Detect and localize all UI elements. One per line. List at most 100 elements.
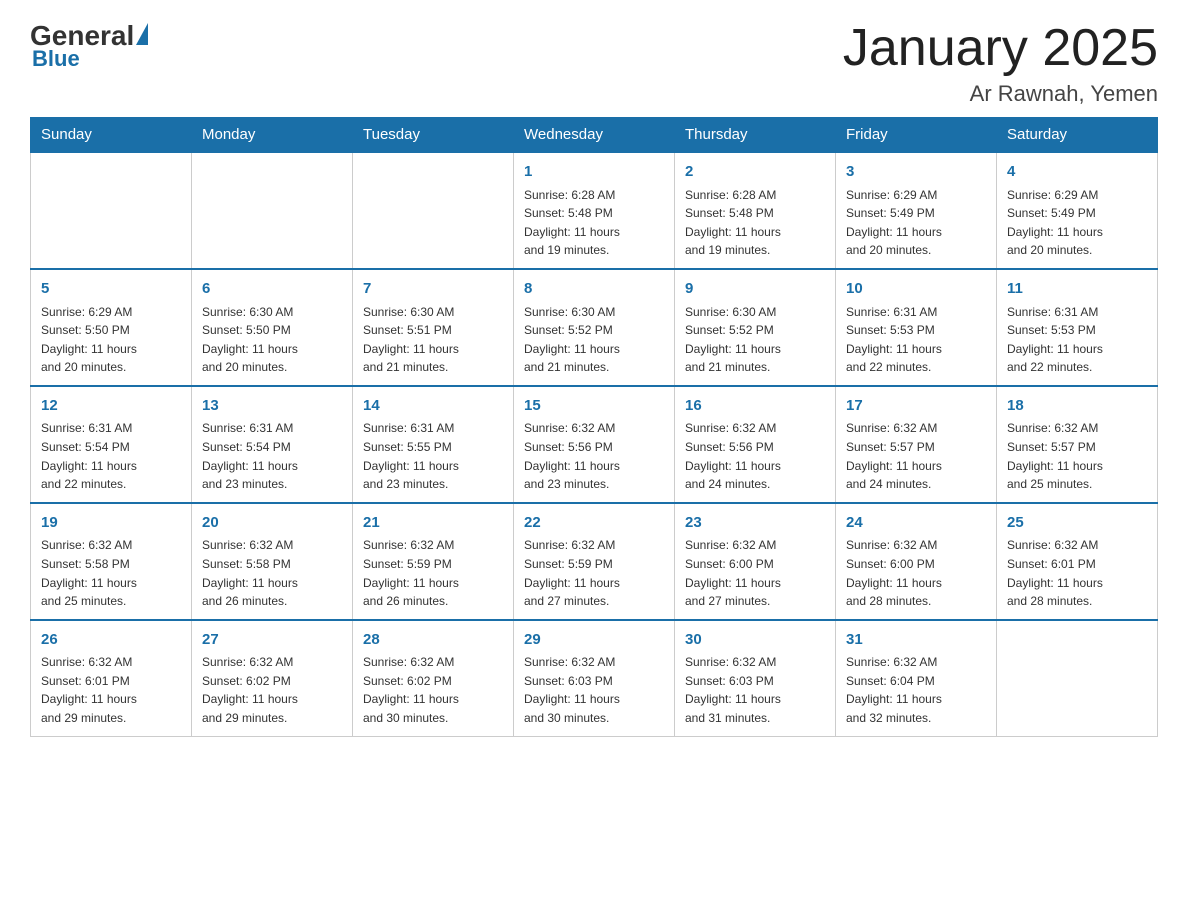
calendar-cell: 31Sunrise: 6:32 AM Sunset: 6:04 PM Dayli… [836, 620, 997, 736]
calendar-cell: 26Sunrise: 6:32 AM Sunset: 6:01 PM Dayli… [31, 620, 192, 736]
day-info: Sunrise: 6:29 AM Sunset: 5:49 PM Dayligh… [846, 186, 986, 260]
calendar-cell [192, 152, 353, 269]
calendar-cell: 16Sunrise: 6:32 AM Sunset: 5:56 PM Dayli… [675, 386, 836, 503]
header-day-tuesday: Tuesday [353, 118, 514, 153]
calendar-cell: 13Sunrise: 6:31 AM Sunset: 5:54 PM Dayli… [192, 386, 353, 503]
day-number: 13 [202, 395, 342, 418]
calendar-cell [997, 620, 1158, 736]
header-day-saturday: Saturday [997, 118, 1158, 153]
day-number: 25 [1007, 512, 1147, 535]
calendar-week-2: 5Sunrise: 6:29 AM Sunset: 5:50 PM Daylig… [31, 269, 1158, 386]
logo-blue-text: Blue [32, 46, 80, 72]
calendar-cell: 23Sunrise: 6:32 AM Sunset: 6:00 PM Dayli… [675, 503, 836, 620]
calendar-cell: 17Sunrise: 6:32 AM Sunset: 5:57 PM Dayli… [836, 386, 997, 503]
calendar-cell: 6Sunrise: 6:30 AM Sunset: 5:50 PM Daylig… [192, 269, 353, 386]
title-block: January 2025 Ar Rawnah, Yemen [843, 20, 1158, 107]
calendar-cell: 15Sunrise: 6:32 AM Sunset: 5:56 PM Dayli… [514, 386, 675, 503]
day-info: Sunrise: 6:30 AM Sunset: 5:52 PM Dayligh… [685, 303, 825, 377]
calendar-body: 1Sunrise: 6:28 AM Sunset: 5:48 PM Daylig… [31, 152, 1158, 736]
day-number: 4 [1007, 161, 1147, 184]
calendar-cell: 25Sunrise: 6:32 AM Sunset: 6:01 PM Dayli… [997, 503, 1158, 620]
day-info: Sunrise: 6:32 AM Sunset: 6:03 PM Dayligh… [685, 653, 825, 727]
calendar-cell: 4Sunrise: 6:29 AM Sunset: 5:49 PM Daylig… [997, 152, 1158, 269]
day-info: Sunrise: 6:32 AM Sunset: 6:00 PM Dayligh… [685, 536, 825, 610]
header-day-sunday: Sunday [31, 118, 192, 153]
day-number: 8 [524, 278, 664, 301]
day-info: Sunrise: 6:32 AM Sunset: 6:03 PM Dayligh… [524, 653, 664, 727]
calendar-cell: 7Sunrise: 6:30 AM Sunset: 5:51 PM Daylig… [353, 269, 514, 386]
day-number: 1 [524, 161, 664, 184]
day-info: Sunrise: 6:29 AM Sunset: 5:49 PM Dayligh… [1007, 186, 1147, 260]
calendar-cell: 27Sunrise: 6:32 AM Sunset: 6:02 PM Dayli… [192, 620, 353, 736]
header-day-thursday: Thursday [675, 118, 836, 153]
day-info: Sunrise: 6:31 AM Sunset: 5:54 PM Dayligh… [202, 419, 342, 493]
calendar-week-5: 26Sunrise: 6:32 AM Sunset: 6:01 PM Dayli… [31, 620, 1158, 736]
page-header: General Blue January 2025 Ar Rawnah, Yem… [30, 20, 1158, 107]
calendar-cell: 10Sunrise: 6:31 AM Sunset: 5:53 PM Dayli… [836, 269, 997, 386]
day-info: Sunrise: 6:32 AM Sunset: 6:01 PM Dayligh… [1007, 536, 1147, 610]
day-number: 9 [685, 278, 825, 301]
day-number: 19 [41, 512, 181, 535]
day-number: 18 [1007, 395, 1147, 418]
calendar-cell: 2Sunrise: 6:28 AM Sunset: 5:48 PM Daylig… [675, 152, 836, 269]
header-day-wednesday: Wednesday [514, 118, 675, 153]
day-info: Sunrise: 6:32 AM Sunset: 5:57 PM Dayligh… [1007, 419, 1147, 493]
calendar-cell: 8Sunrise: 6:30 AM Sunset: 5:52 PM Daylig… [514, 269, 675, 386]
header-day-friday: Friday [836, 118, 997, 153]
day-number: 17 [846, 395, 986, 418]
calendar-cell [353, 152, 514, 269]
logo: General Blue [30, 20, 148, 72]
day-info: Sunrise: 6:28 AM Sunset: 5:48 PM Dayligh… [524, 186, 664, 260]
day-info: Sunrise: 6:32 AM Sunset: 5:58 PM Dayligh… [41, 536, 181, 610]
calendar-cell: 1Sunrise: 6:28 AM Sunset: 5:48 PM Daylig… [514, 152, 675, 269]
day-number: 30 [685, 629, 825, 652]
calendar-cell: 21Sunrise: 6:32 AM Sunset: 5:59 PM Dayli… [353, 503, 514, 620]
day-number: 2 [685, 161, 825, 184]
day-info: Sunrise: 6:30 AM Sunset: 5:52 PM Dayligh… [524, 303, 664, 377]
calendar-header: SundayMondayTuesdayWednesdayThursdayFrid… [31, 118, 1158, 153]
calendar-cell: 18Sunrise: 6:32 AM Sunset: 5:57 PM Dayli… [997, 386, 1158, 503]
day-number: 6 [202, 278, 342, 301]
calendar-cell: 5Sunrise: 6:29 AM Sunset: 5:50 PM Daylig… [31, 269, 192, 386]
day-info: Sunrise: 6:29 AM Sunset: 5:50 PM Dayligh… [41, 303, 181, 377]
day-info: Sunrise: 6:32 AM Sunset: 5:56 PM Dayligh… [524, 419, 664, 493]
calendar-cell: 14Sunrise: 6:31 AM Sunset: 5:55 PM Dayli… [353, 386, 514, 503]
day-info: Sunrise: 6:32 AM Sunset: 6:01 PM Dayligh… [41, 653, 181, 727]
day-number: 10 [846, 278, 986, 301]
day-number: 15 [524, 395, 664, 418]
day-number: 23 [685, 512, 825, 535]
day-number: 7 [363, 278, 503, 301]
day-number: 14 [363, 395, 503, 418]
day-info: Sunrise: 6:32 AM Sunset: 5:58 PM Dayligh… [202, 536, 342, 610]
day-info: Sunrise: 6:30 AM Sunset: 5:51 PM Dayligh… [363, 303, 503, 377]
day-number: 11 [1007, 278, 1147, 301]
calendar-cell: 19Sunrise: 6:32 AM Sunset: 5:58 PM Dayli… [31, 503, 192, 620]
day-number: 12 [41, 395, 181, 418]
calendar-cell: 3Sunrise: 6:29 AM Sunset: 5:49 PM Daylig… [836, 152, 997, 269]
day-info: Sunrise: 6:32 AM Sunset: 5:57 PM Dayligh… [846, 419, 986, 493]
day-info: Sunrise: 6:31 AM Sunset: 5:55 PM Dayligh… [363, 419, 503, 493]
day-info: Sunrise: 6:32 AM Sunset: 6:04 PM Dayligh… [846, 653, 986, 727]
day-number: 27 [202, 629, 342, 652]
calendar-cell [31, 152, 192, 269]
calendar-week-4: 19Sunrise: 6:32 AM Sunset: 5:58 PM Dayli… [31, 503, 1158, 620]
day-info: Sunrise: 6:32 AM Sunset: 6:02 PM Dayligh… [363, 653, 503, 727]
day-info: Sunrise: 6:31 AM Sunset: 5:54 PM Dayligh… [41, 419, 181, 493]
calendar-cell: 28Sunrise: 6:32 AM Sunset: 6:02 PM Dayli… [353, 620, 514, 736]
day-info: Sunrise: 6:32 AM Sunset: 5:59 PM Dayligh… [363, 536, 503, 610]
day-info: Sunrise: 6:31 AM Sunset: 5:53 PM Dayligh… [846, 303, 986, 377]
calendar-cell: 12Sunrise: 6:31 AM Sunset: 5:54 PM Dayli… [31, 386, 192, 503]
calendar-cell: 29Sunrise: 6:32 AM Sunset: 6:03 PM Dayli… [514, 620, 675, 736]
day-number: 5 [41, 278, 181, 301]
day-number: 16 [685, 395, 825, 418]
calendar-title: January 2025 [843, 20, 1158, 77]
day-number: 28 [363, 629, 503, 652]
logo-triangle-icon [136, 23, 148, 45]
day-number: 3 [846, 161, 986, 184]
day-number: 21 [363, 512, 503, 535]
day-number: 29 [524, 629, 664, 652]
day-number: 24 [846, 512, 986, 535]
calendar-cell: 11Sunrise: 6:31 AM Sunset: 5:53 PM Dayli… [997, 269, 1158, 386]
day-info: Sunrise: 6:32 AM Sunset: 5:59 PM Dayligh… [524, 536, 664, 610]
calendar-cell: 24Sunrise: 6:32 AM Sunset: 6:00 PM Dayli… [836, 503, 997, 620]
